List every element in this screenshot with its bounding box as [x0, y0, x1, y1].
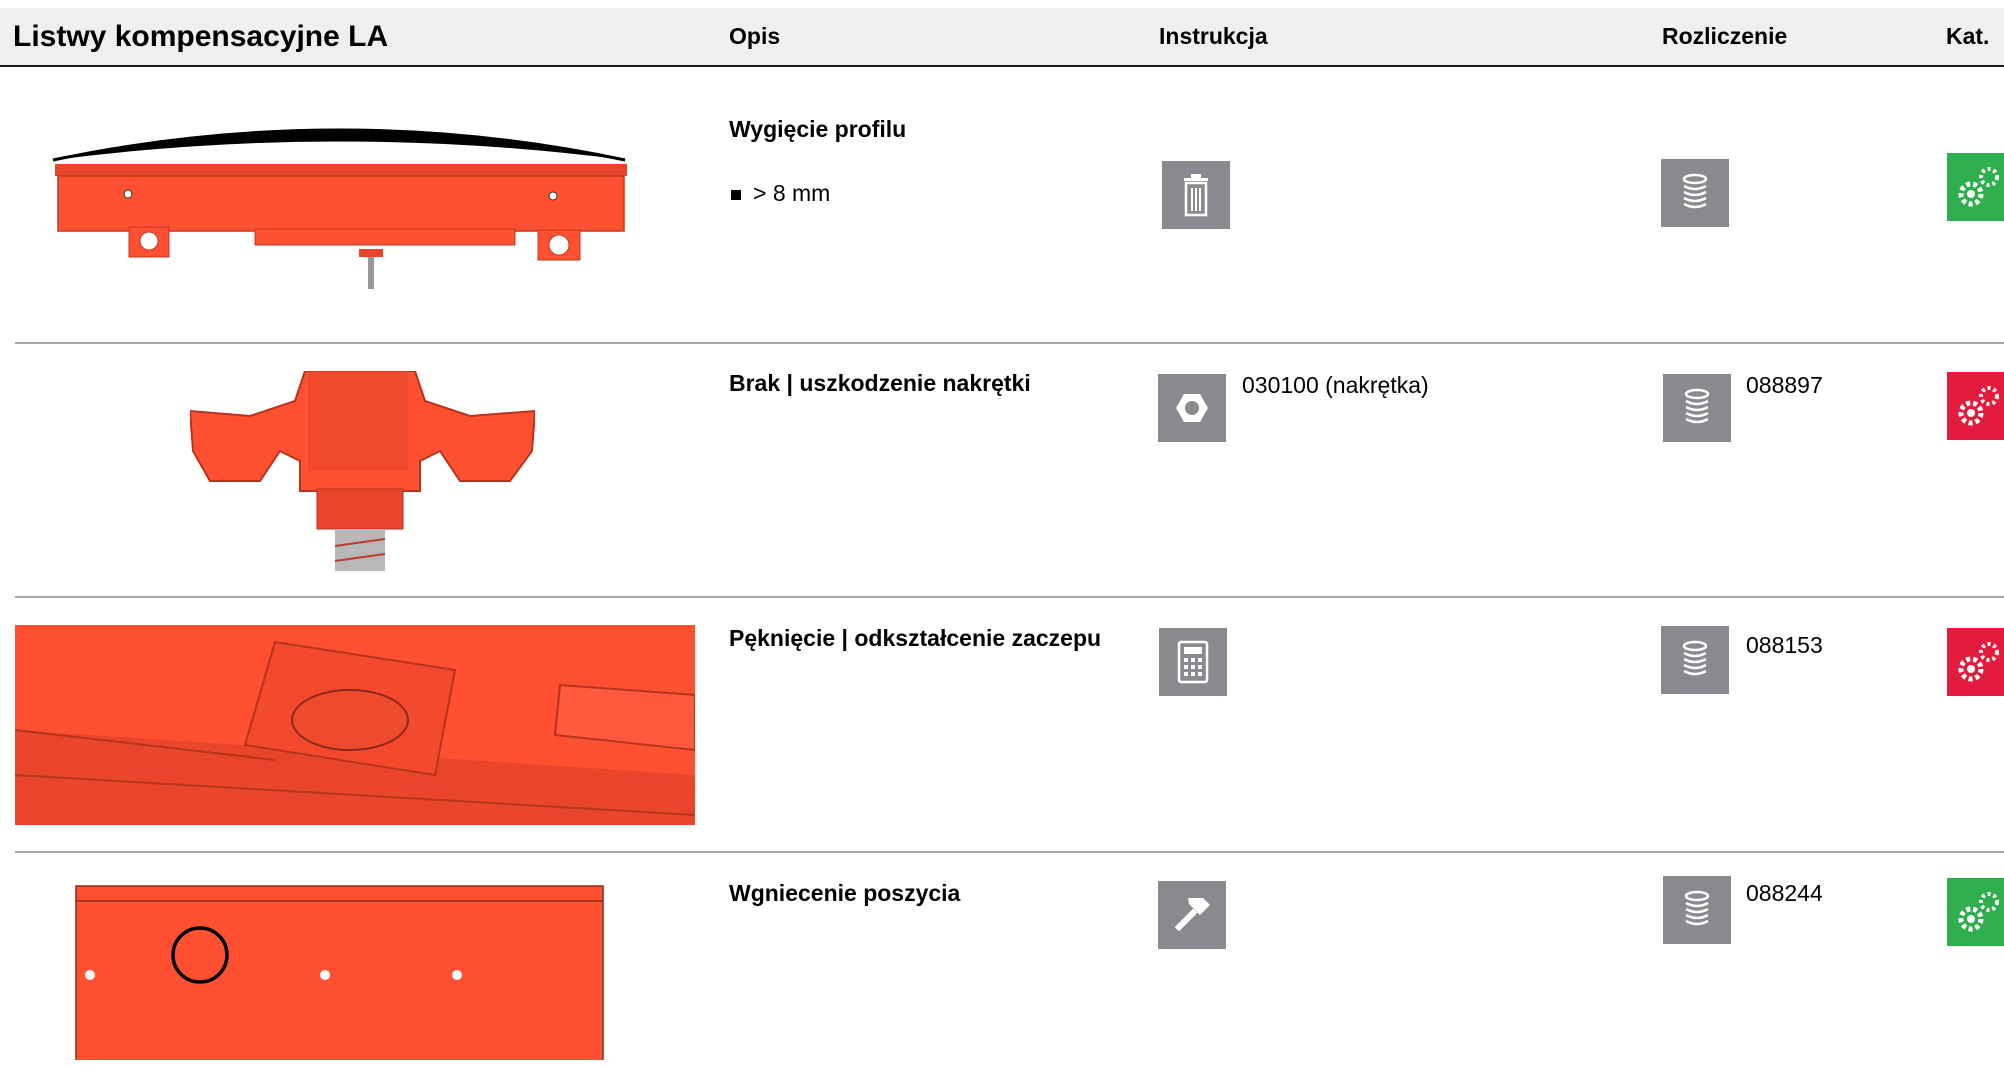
row-2-description: Brak | uszkodzenie nakrętki — [729, 370, 1031, 396]
row-3-settlement-code: 088153 — [1746, 632, 1823, 658]
kat-gear-icon-red — [1947, 628, 2004, 696]
row-1-bullet-text: > 8 mm — [753, 180, 831, 206]
kat-gear-icon-green — [1947, 878, 2004, 946]
coin-stack-icon[interactable] — [1663, 876, 1731, 944]
page-title: Listwy kompensacyjne LA — [13, 20, 389, 53]
hammer-icon[interactable] — [1158, 881, 1226, 949]
table-header: Listwy kompensacyjne LA Opis Instrukcja … — [0, 8, 2004, 67]
trash-icon[interactable] — [1162, 161, 1230, 229]
row-4-description: Wgniecenie poszycia — [729, 880, 961, 906]
part-image-nut — [188, 370, 537, 571]
column-header-rozliczenie: Rozliczenie — [1662, 23, 1788, 49]
kat-gear-icon-green — [1947, 153, 2004, 221]
part-image-dent — [75, 885, 605, 1062]
row-2-instruction-code: 030100 (nakrętka) — [1242, 372, 1429, 398]
row-1-bullet: > 8 mm — [731, 180, 830, 207]
row-separator — [15, 851, 2004, 853]
row-2-settlement-code: 088897 — [1746, 372, 1823, 398]
calculator-icon[interactable] — [1159, 628, 1227, 696]
part-image-hook — [14, 625, 696, 825]
row-1-description: Wygięcie profilu — [729, 116, 907, 142]
kat-gear-icon-red — [1947, 372, 2004, 440]
coin-stack-icon[interactable] — [1661, 159, 1729, 227]
coin-stack-icon[interactable] — [1663, 374, 1731, 442]
row-separator — [15, 596, 2004, 598]
column-header-instrukcja: Instrukcja — [1159, 23, 1268, 49]
row-4-settlement-code: 088244 — [1746, 880, 1823, 906]
column-header-opis: Opis — [729, 23, 781, 49]
nut-icon[interactable] — [1158, 374, 1226, 442]
column-header-kat: Kat. — [1946, 23, 1990, 49]
part-image-profile-bent — [50, 118, 630, 293]
coin-stack-icon[interactable] — [1661, 626, 1729, 694]
row-separator — [15, 342, 2004, 344]
row-3-description: Pęknięcie | odkształcenie zaczepu — [729, 625, 1102, 651]
